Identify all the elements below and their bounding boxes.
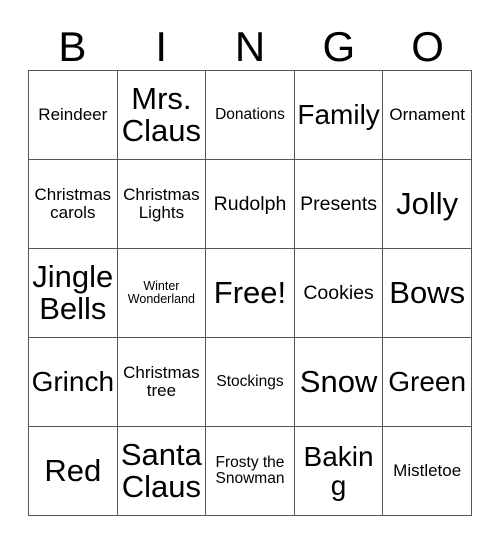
bingo-header-letter: G (322, 23, 356, 70)
bingo-cell[interactable]: Cookies (294, 249, 384, 338)
bingo-cell[interactable]: Stockings (206, 338, 295, 427)
bingo-cell-label: Jolly (396, 185, 459, 221)
bingo-cell-label: Jingle Bells (32, 258, 114, 326)
bingo-cell[interactable]: Reindeer (29, 71, 118, 160)
bingo-cell-label: Christmas Lights (123, 185, 200, 222)
bingo-cell-label: Green (388, 366, 467, 398)
bingo-cell[interactable]: Rudolph (206, 160, 295, 249)
bingo-header-letter: I (155, 23, 168, 70)
bingo-row: Christmas carols Christmas Lights Rudolp… (29, 160, 472, 249)
bingo-grid: Reindeer Mrs. Claus Donations Family Orn… (28, 70, 472, 516)
bingo-header-cell-g: G (294, 12, 383, 70)
bingo-cell[interactable]: Jolly (383, 160, 472, 249)
bingo-cell[interactable]: Green (383, 338, 472, 427)
bingo-cell-label: Santa Claus (120, 436, 202, 504)
bingo-cell[interactable]: Donations (206, 71, 295, 160)
bingo-cell-label: Donations (215, 105, 285, 123)
bingo-cell-label: Frosty the Snowman (215, 453, 285, 487)
bingo-row: Reindeer Mrs. Claus Donations Family Orn… (29, 71, 472, 160)
bingo-cell-label: Baking (303, 440, 374, 501)
bingo-cell-label: Mistletoe (393, 461, 462, 481)
bingo-cell-label: Ornament (389, 105, 465, 125)
bingo-cell[interactable]: Santa Claus (117, 427, 207, 516)
bingo-cell-label: Presents (300, 192, 378, 215)
bingo-cell-label: Family (297, 99, 380, 131)
bingo-header-cell-i: I (117, 12, 206, 70)
bingo-cell[interactable]: Christmas Lights (117, 160, 207, 249)
bingo-cell-label: Grinch (31, 366, 115, 398)
bingo-row: Jingle Bells Winter Wonderland Free! Coo… (29, 249, 472, 338)
bingo-cell-label: Mrs. Claus (121, 80, 202, 148)
bingo-header-letter: B (58, 23, 87, 70)
bingo-cell[interactable]: Mistletoe (383, 427, 472, 516)
bingo-cell[interactable]: Winter Wonderland (117, 249, 207, 338)
bingo-cell-label: Christmas tree (123, 363, 200, 400)
bingo-header-cell-o: O (383, 12, 472, 70)
bingo-header-cell-b: B (28, 12, 117, 70)
bingo-row: Grinch Christmas tree Stockings Snow Gre… (29, 338, 472, 427)
bingo-cell-label: Red (44, 452, 102, 488)
bingo-cell-label: Reindeer (38, 105, 108, 125)
bingo-card: B I N G O Reindeer Mrs. Claus Donations (28, 12, 472, 516)
bingo-cell-label: Snow (299, 363, 378, 399)
bingo-header-cell-n: N (206, 12, 295, 70)
bingo-cell[interactable]: Baking (294, 427, 384, 516)
bingo-cell[interactable]: Jingle Bells (29, 249, 118, 338)
bingo-cell[interactable]: Christmas carols (29, 160, 118, 249)
bingo-header-row: B I N G O (28, 12, 472, 70)
bingo-cell-label: Bows (389, 274, 466, 310)
bingo-cell[interactable]: Frosty the Snowman (206, 427, 295, 516)
bingo-cell-label: Stockings (216, 372, 284, 390)
bingo-cell-label: Free! (213, 274, 287, 310)
bingo-header-letter: N (234, 23, 266, 70)
bingo-header-letter: O (411, 23, 444, 70)
bingo-row: Red Santa Claus Frosty the Snowman Bakin… (29, 427, 472, 516)
bingo-cell[interactable]: Mrs. Claus (117, 71, 207, 160)
bingo-cell-label: Winter Wonderland (127, 279, 195, 306)
bingo-cell[interactable]: Family (294, 71, 384, 160)
bingo-cell[interactable]: Grinch (29, 338, 118, 427)
bingo-cell[interactable]: Red (29, 427, 118, 516)
bingo-cell[interactable]: Ornament (383, 71, 472, 160)
bingo-cell[interactable]: Snow (294, 338, 384, 427)
bingo-cell[interactable]: Christmas tree (117, 338, 207, 427)
bingo-cell[interactable]: Presents (294, 160, 384, 249)
bingo-cell-label: Cookies (303, 281, 374, 304)
bingo-cell-label: Rudolph (213, 192, 287, 215)
bingo-cell[interactable]: Bows (383, 249, 472, 338)
bingo-cell-free[interactable]: Free! (206, 249, 295, 338)
bingo-cell-label: Christmas carols (34, 185, 112, 222)
